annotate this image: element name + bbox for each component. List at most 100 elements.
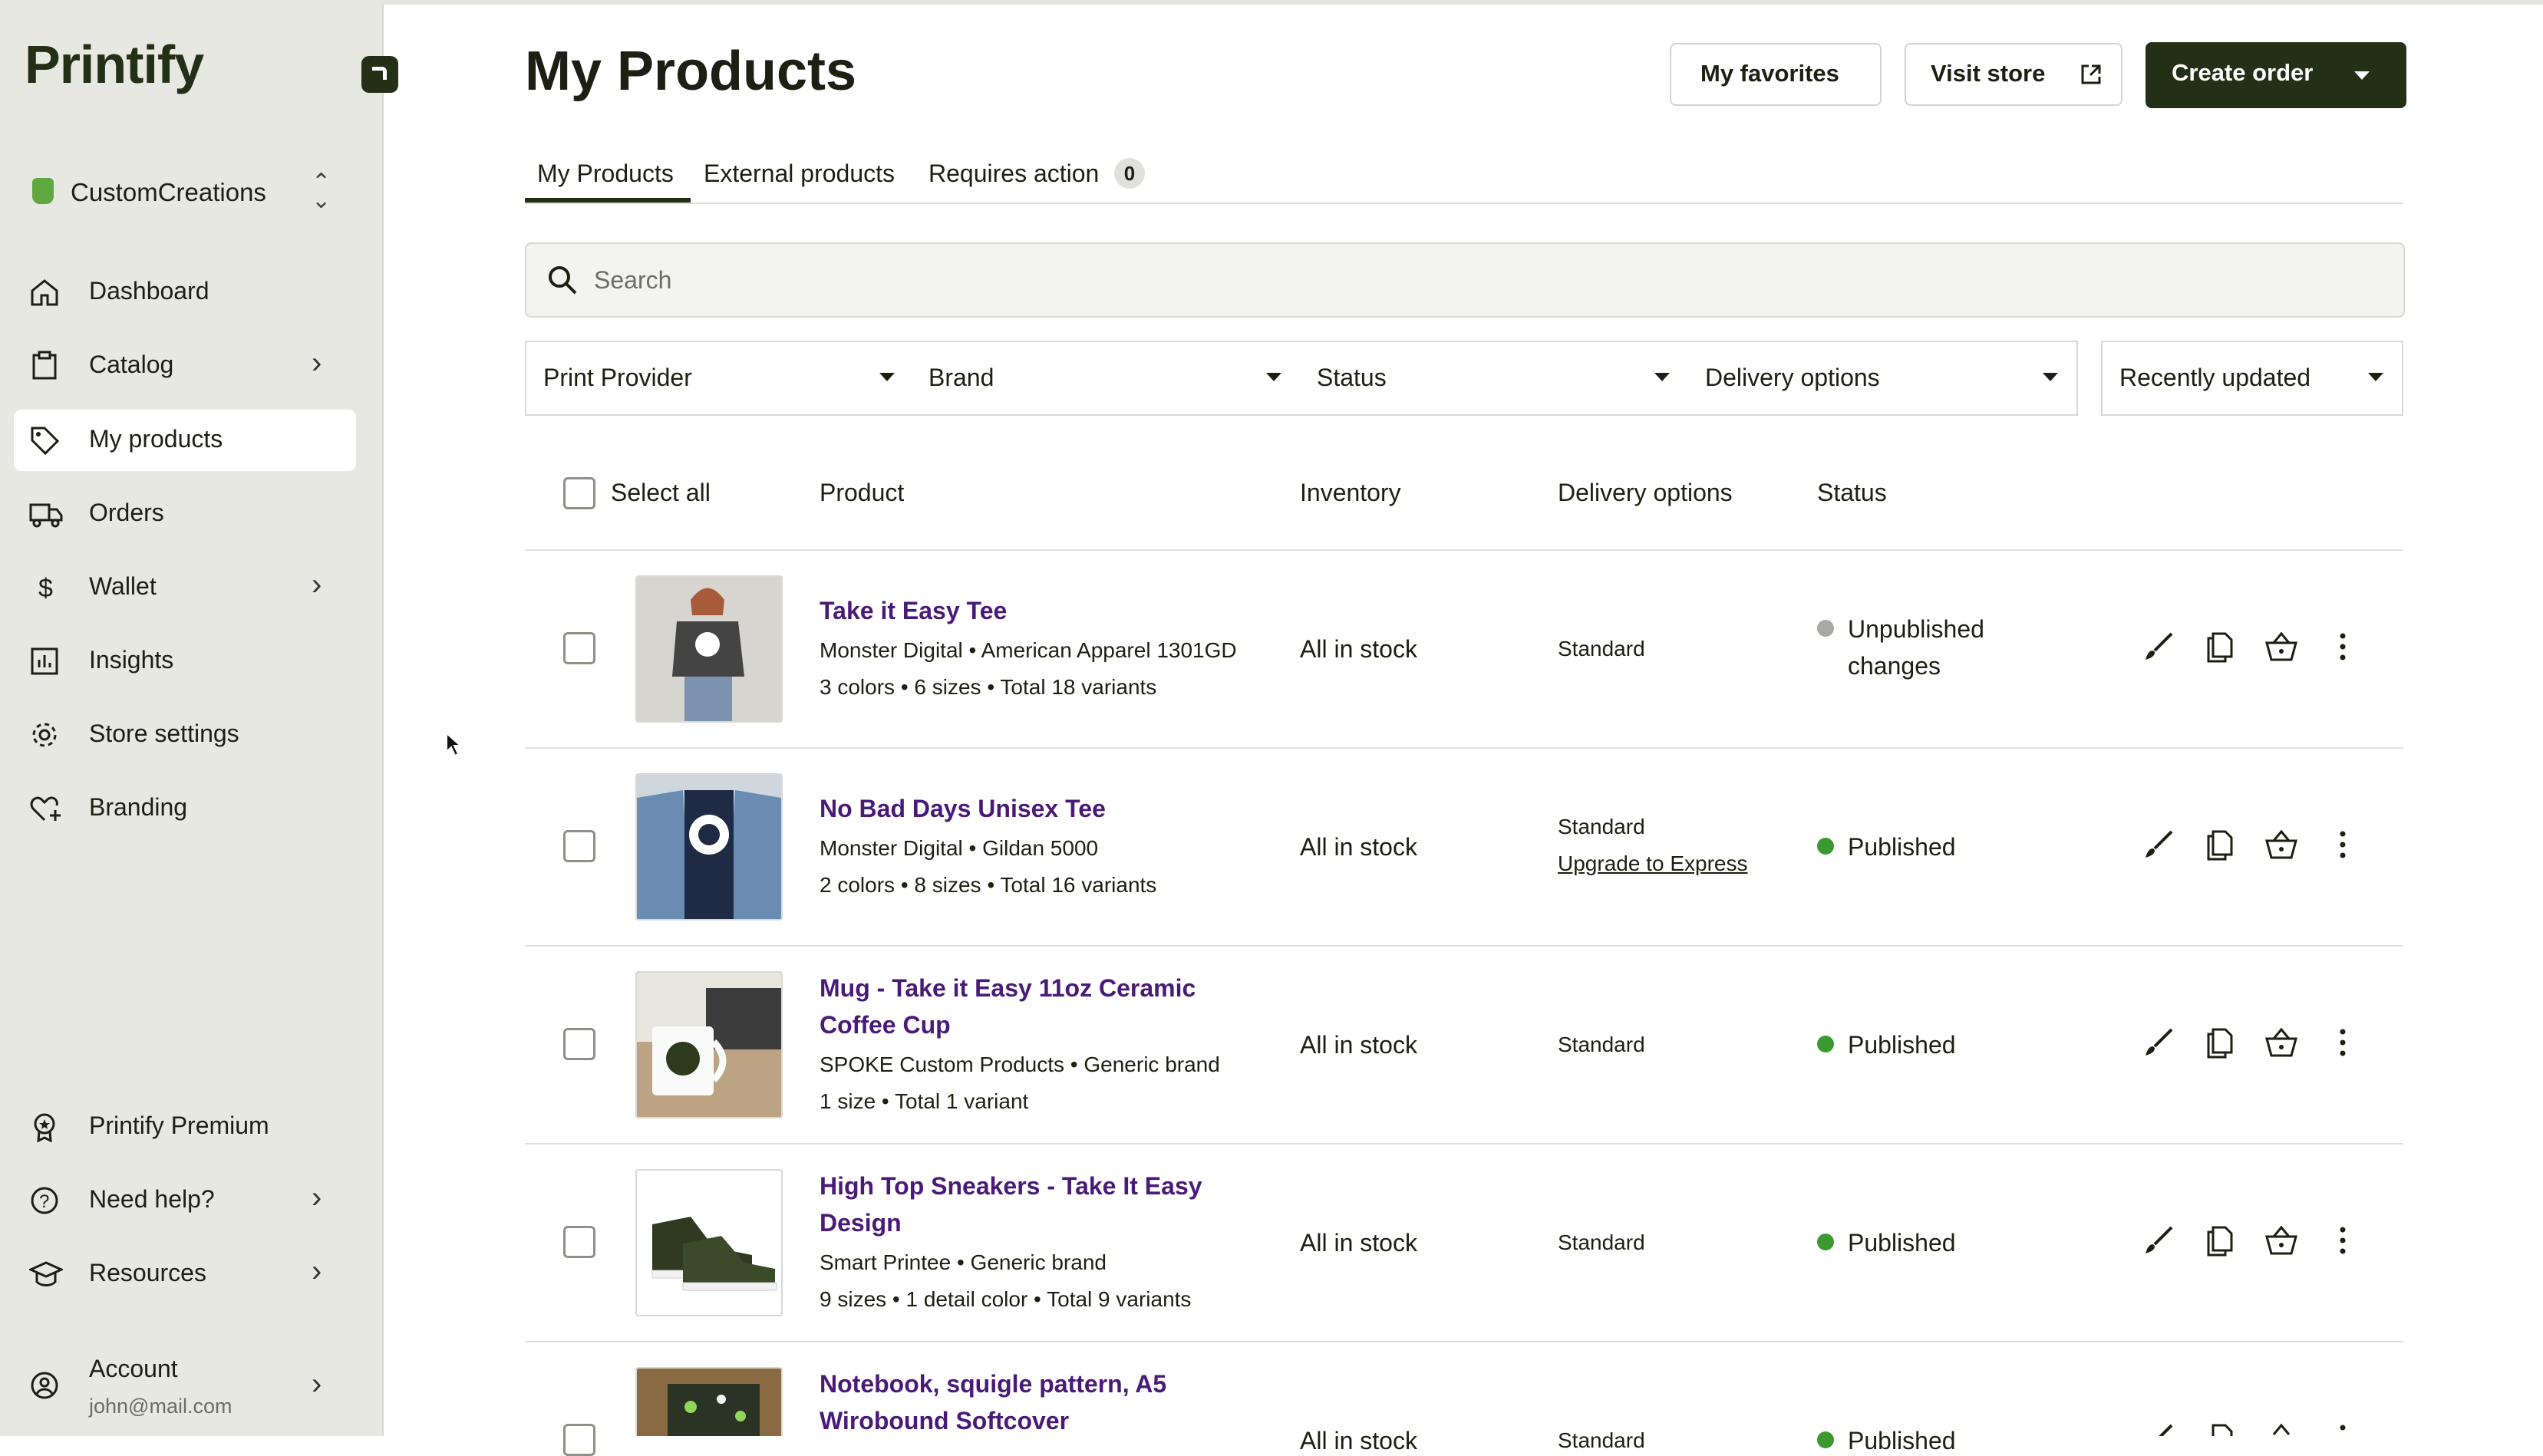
basket-icon[interactable] xyxy=(2264,827,2299,862)
product-name-link[interactable]: Notebook, squigle pattern, A5 xyxy=(820,1365,1166,1402)
more-icon[interactable] xyxy=(2325,1025,2360,1060)
sidebar-item-store-settings[interactable]: Store settings xyxy=(14,704,356,766)
row-actions xyxy=(2141,629,2371,667)
t-shirt-photo xyxy=(637,775,781,919)
printify-logo[interactable]: Printify xyxy=(25,34,204,95)
table-row[interactable] xyxy=(525,1342,2403,1436)
basket-icon[interactable] xyxy=(2264,629,2299,664)
status-text: Published xyxy=(1848,1031,1956,1059)
product-thumbnail[interactable] xyxy=(635,1367,783,1436)
print-provider-filter[interactable]: Print Provider xyxy=(525,341,915,416)
edit-icon[interactable] xyxy=(2141,1025,2176,1060)
collapse-sidebar-button[interactable] xyxy=(361,56,398,93)
product-provider: Monster Digital • Gildan 5000 xyxy=(820,836,1099,860)
product-name-link-line2[interactable]: Wirobound Softcover xyxy=(820,1402,1069,1439)
inventory-status: All in stock xyxy=(1300,1031,1417,1059)
sidebar-item-branding[interactable]: Branding xyxy=(14,778,356,839)
chevron-right-icon: › xyxy=(312,1367,322,1401)
upgrade-to-express-link[interactable]: Upgrade to Express xyxy=(1558,852,1747,876)
sidebar-account[interactable]: Account john@mail.com › xyxy=(14,1350,356,1427)
mug-photo xyxy=(637,973,781,1117)
product-thumbnail[interactable] xyxy=(635,575,783,723)
caret-down-icon xyxy=(2368,373,2383,381)
sidebar-item-label: Dashboard xyxy=(89,277,209,305)
sidebar-item-wallet[interactable]: $ Wallet › xyxy=(14,557,356,618)
sort-select[interactable]: Recently updated xyxy=(2101,341,2403,416)
caret-down-icon xyxy=(1654,373,1670,381)
row-checkbox[interactable] xyxy=(563,1226,595,1258)
product-name-link[interactable]: High Top Sneakers - Take It Easy xyxy=(820,1168,1202,1204)
tab-external-products[interactable]: External products xyxy=(704,160,895,188)
search-bar[interactable] xyxy=(525,242,2405,318)
row-checkbox[interactable] xyxy=(563,830,595,862)
chevron-updown-icon: ⌃ ⌄ xyxy=(312,170,331,213)
more-icon[interactable] xyxy=(2325,827,2360,862)
insights-icon xyxy=(31,647,58,675)
product-name-link-line2[interactable]: Design xyxy=(820,1204,902,1241)
row-actions xyxy=(2141,1421,2371,1436)
copy-icon[interactable] xyxy=(2202,827,2238,862)
product-name-link[interactable]: Take it Easy Tee xyxy=(820,592,1007,629)
delivery-option: Standard xyxy=(1558,637,1645,660)
table-row[interactable] xyxy=(525,551,2403,747)
product-name-link-line2[interactable]: Coffee Cup xyxy=(820,1006,951,1043)
row-checkbox[interactable] xyxy=(563,1028,595,1060)
edit-icon[interactable] xyxy=(2141,827,2176,862)
row-checkbox[interactable] xyxy=(563,1424,595,1456)
sidebar-item-my-products[interactable]: My products xyxy=(14,410,356,471)
caret-down-icon xyxy=(1266,373,1281,381)
more-icon[interactable] xyxy=(2325,1421,2360,1436)
copy-icon[interactable] xyxy=(2202,1223,2238,1258)
sidebar-item-label: Catalog xyxy=(89,351,174,378)
basket-icon[interactable] xyxy=(2264,1421,2299,1436)
tab-my-products[interactable]: My Products xyxy=(537,160,674,188)
product-provider: SPOKE Custom Products • Generic brand xyxy=(820,1052,1220,1076)
status-text: Published xyxy=(1848,1427,1956,1454)
brand-label: Brand xyxy=(928,364,994,391)
row-actions xyxy=(2141,827,2371,865)
visit-store-button[interactable]: Visit store xyxy=(1905,43,2122,106)
sidebar-item-label: Orders xyxy=(89,499,164,526)
more-icon[interactable] xyxy=(2325,1223,2360,1258)
tab-requires-action[interactable]: Requires action xyxy=(928,160,1099,188)
sidebar-item-label: Store settings xyxy=(89,720,239,747)
store-selector[interactable]: CustomCreations ⌃ ⌄ xyxy=(32,170,347,215)
edit-icon[interactable] xyxy=(2141,1421,2176,1436)
more-icon[interactable] xyxy=(2325,629,2360,664)
create-order-button[interactable]: Create order xyxy=(2146,42,2406,108)
product-thumbnail[interactable] xyxy=(635,971,783,1118)
sidebar-item-printify-premium[interactable]: Printify Premium xyxy=(14,1096,356,1158)
delivery-options-filter[interactable]: Delivery options xyxy=(1688,341,2078,416)
copy-icon[interactable] xyxy=(2202,1421,2238,1436)
basket-icon[interactable] xyxy=(2264,1025,2299,1060)
brand-filter[interactable]: Brand xyxy=(912,341,1301,416)
my-favorites-button[interactable]: My favorites xyxy=(1670,43,1882,106)
sidebar-item-dashboard[interactable]: Dashboard xyxy=(14,262,356,323)
sidebar-item-catalog[interactable]: Catalog › xyxy=(14,335,356,397)
product-name-link[interactable]: Mug - Take it Easy 11oz Ceramic xyxy=(820,970,1196,1006)
sidebar-item-resources[interactable]: Resources › xyxy=(14,1244,356,1305)
table-row[interactable] xyxy=(525,749,2403,945)
status-filter[interactable]: Status xyxy=(1300,341,1690,416)
select-all-checkbox[interactable] xyxy=(563,477,595,509)
search-icon xyxy=(549,266,577,295)
copy-icon[interactable] xyxy=(2202,1025,2238,1060)
sidebar-item-orders[interactable]: Orders xyxy=(14,483,356,545)
edit-icon[interactable] xyxy=(2141,629,2176,664)
sidebar-item-insights[interactable]: Insights xyxy=(14,631,356,692)
status-dot-published xyxy=(1817,1431,1834,1448)
copy-icon[interactable] xyxy=(2202,629,2238,664)
product-thumbnail[interactable] xyxy=(635,1169,783,1316)
product-name-link[interactable]: No Bad Days Unisex Tee xyxy=(820,790,1106,827)
search-input[interactable] xyxy=(592,258,2360,302)
basket-icon[interactable] xyxy=(2264,1223,2299,1258)
row-checkbox[interactable] xyxy=(563,632,595,664)
edit-icon[interactable] xyxy=(2141,1223,2176,1258)
product-thumbnail[interactable] xyxy=(635,773,783,921)
table-row[interactable] xyxy=(525,947,2403,1143)
table-row[interactable] xyxy=(525,1145,2403,1341)
account-email: john@mail.com xyxy=(89,1395,233,1418)
sidebar-item-need-help[interactable]: ? Need help? › xyxy=(14,1170,356,1231)
status-dot-published xyxy=(1817,1036,1834,1052)
my-favorites-label: My favorites xyxy=(1700,60,1839,87)
